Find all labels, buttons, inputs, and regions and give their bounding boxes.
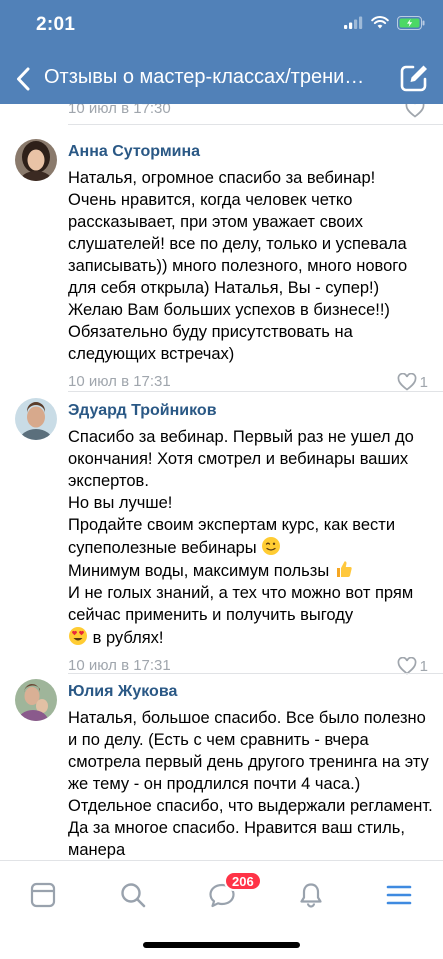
chevron-left-icon: [17, 67, 30, 91]
tab-search[interactable]: [113, 875, 153, 915]
comment-date: 10 июл в 17:30: [68, 104, 171, 117]
comment-text-line: Минимум воды, максимум пользы: [68, 562, 330, 580]
comments-feed[interactable]: 10 июл в 17:30 Анна Сутормина Наталья, о…: [0, 104, 443, 860]
comment-text: Спасибо за вебинар. Первый раз не ушел д…: [68, 426, 436, 649]
tab-notifications[interactable]: [291, 875, 331, 915]
like-count: 1: [419, 373, 428, 391]
comment-text: Наталья, огромное спасибо за вебинар! Оч…: [68, 169, 408, 363]
divider: [68, 124, 443, 125]
comment-text-line: в рублях!: [92, 629, 164, 647]
battery-icon: [397, 15, 425, 35]
comment-meta: 10 июл в 17:31 1: [68, 657, 428, 677]
nav-bar: Отзывы о мастер-классах/тренингах: [0, 52, 443, 104]
comment-author[interactable]: Эдуард Тройников: [68, 401, 436, 421]
heart-icon: [397, 373, 417, 391]
status-time: 2:01: [36, 14, 76, 35]
heart-icon: [405, 104, 425, 118]
edit-icon: [400, 65, 427, 92]
like-button[interactable]: [405, 104, 428, 118]
app-header: 2:01 Отзывы о мастер-классах/тренингах: [0, 0, 443, 104]
comment-text-line: Но вы лучше!: [68, 494, 173, 512]
menu-icon: [386, 885, 412, 905]
search-icon: [121, 883, 146, 908]
divider: [68, 673, 443, 674]
comment-date: 10 июл в 17:31: [68, 373, 171, 390]
like-button[interactable]: 1: [397, 373, 428, 391]
comment-text: Наталья, большое спасибо. Все было полез…: [68, 709, 433, 859]
thumbs-up-icon: [334, 559, 354, 579]
home-indicator[interactable]: [143, 942, 300, 948]
status-indicators: [344, 15, 425, 35]
tab-news[interactable]: [23, 875, 63, 915]
avatar[interactable]: [15, 679, 57, 721]
back-button[interactable]: [10, 64, 36, 94]
comment-text-line: Спасибо за вебинар. Первый раз не ушел д…: [68, 428, 414, 490]
tab-menu[interactable]: [379, 875, 419, 915]
like-count: 1: [419, 657, 428, 675]
notifications-icon: [300, 883, 322, 908]
news-icon: [30, 882, 56, 908]
winking-face-icon: [261, 536, 281, 556]
comment-date: 10 июл в 17:31: [68, 657, 171, 674]
avatar[interactable]: [15, 139, 57, 181]
page-title: Отзывы о мастер-классах/тренингах: [44, 66, 374, 88]
divider: [68, 391, 443, 392]
messages-badge: 206: [224, 871, 262, 891]
comment-author[interactable]: Юлия Жукова: [68, 682, 436, 702]
avatar[interactable]: [15, 398, 57, 440]
comment-meta: 10 июл в 17:31 1: [68, 373, 428, 393]
heart-eyes-face-icon: [68, 626, 88, 646]
comment-text-line: Продайте своим экспертам курс, как вести…: [68, 516, 396, 557]
comment-author[interactable]: Анна Сутормина: [68, 142, 436, 162]
compose-button[interactable]: [399, 63, 429, 93]
comment-text-line: И не голых знаний, а тех что можно вот п…: [68, 584, 414, 624]
signal-icon: [344, 16, 363, 34]
status-bar: 2:01: [0, 0, 443, 52]
wifi-icon: [371, 16, 389, 34]
previous-comment-meta: 10 июл в 17:30: [68, 104, 428, 120]
